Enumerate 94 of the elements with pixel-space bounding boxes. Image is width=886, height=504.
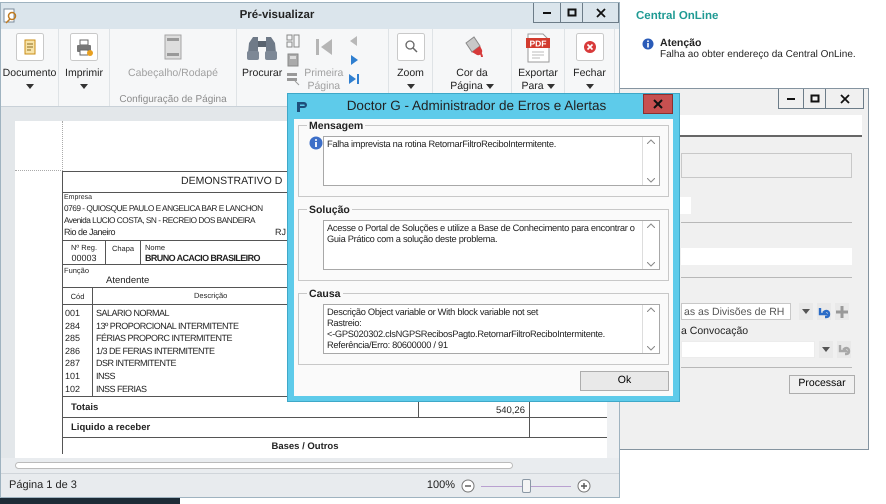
plus-icon xyxy=(835,304,849,318)
totals-label: Totais xyxy=(71,402,98,413)
process-button[interactable]: Processar xyxy=(789,374,855,394)
minimize-icon xyxy=(543,12,551,14)
table-cell-text: 284 xyxy=(65,320,82,332)
ribbon-button[interactable]: Procurar xyxy=(239,29,286,80)
zoom-in-button[interactable] xyxy=(577,478,591,492)
table-cell-text: 287 xyxy=(65,357,82,370)
slider-thumb[interactable] xyxy=(522,478,530,492)
message-text: Referência/Erro: 80600000 / 91 xyxy=(327,340,448,351)
close-icon xyxy=(653,99,663,109)
message-text: Falha imprevista na rotina RetornarFiltroReciboIntermitente. xyxy=(327,139,556,150)
group-caption: Configuração de Página xyxy=(118,93,228,106)
info-icon xyxy=(642,38,654,50)
message-box[interactable]: Descrição Object variable or With block variable not set Rastreio: <-GPS020302.clsNGPSRecibosPagto.RetornarFiltroReciboIntermitente. Referência/Erro: 80600000 / 91 xyxy=(323,304,660,354)
company-text: 0769 - QUIOSQUE PAULO E ANGELICA BAR E LANCHON xyxy=(64,202,263,214)
message-text: Rastreio: xyxy=(327,318,362,329)
employee-name: BRUNO ACACIO BRASILEIRO xyxy=(145,253,260,263)
alert-heading: Atenção xyxy=(660,37,702,50)
scroll-up-icon[interactable] xyxy=(647,307,655,312)
add-button[interactable] xyxy=(835,303,849,320)
ribbon-button[interactable]: Fechar xyxy=(570,29,609,89)
field-label: a Convocação xyxy=(681,325,748,337)
close-icon xyxy=(596,8,606,18)
undo-button[interactable] xyxy=(817,303,831,320)
ribbon-button[interactable]: PDF Exportar Para xyxy=(515,29,561,93)
message-text: Guia Prático com a solução deste problema. xyxy=(327,234,498,245)
zoom-percent: 100% xyxy=(426,478,455,494)
table-cell-text: 102 xyxy=(65,382,82,396)
scroll-down-icon[interactable] xyxy=(647,262,655,267)
dropdown-button[interactable] xyxy=(799,303,813,320)
message-box[interactable]: Acesse o Portal de Soluções e utilize a Base de Conhecimento para encontrar o Guia Prático com a solução deste problema. xyxy=(323,220,660,270)
total-value: 540,26 xyxy=(496,405,525,416)
scrollbar[interactable] xyxy=(1,458,619,473)
message-box[interactable]: Falha imprevista na rotina RetornarFiltroReciboIntermitente. xyxy=(323,136,660,186)
page-counter: Página 1 de 3 xyxy=(9,478,77,494)
table-cell: DSR INTERMITENTE xyxy=(96,357,176,370)
text-field[interactable] xyxy=(681,153,852,178)
zoom-out-button[interactable] xyxy=(461,478,475,492)
close-icon xyxy=(576,33,604,61)
message-text: Acesse o Portal de Soluções e utilize a Base de Conhecimento para encontrar o xyxy=(327,223,635,234)
ribbon-button[interactable]: Documento xyxy=(0,29,60,89)
caret-icon xyxy=(822,346,830,352)
maximize-icon xyxy=(810,94,820,104)
ok-button[interactable]: Ok xyxy=(580,371,669,391)
text-field[interactable] xyxy=(681,248,852,265)
close-icon xyxy=(840,94,850,104)
app-logo-icon xyxy=(294,100,310,114)
margin-guide xyxy=(15,121,63,171)
company-text: Rio de Janeiro xyxy=(64,226,116,238)
dropdown-button[interactable] xyxy=(819,340,833,358)
scroll-down-icon[interactable] xyxy=(647,346,655,351)
alert-message: Falha ao obter endereço da Central OnLine. xyxy=(660,49,856,60)
undo-icon xyxy=(837,342,851,356)
search-icon xyxy=(396,33,424,61)
section-title: Bases / Outros xyxy=(271,441,339,452)
table-cell: INSS FERIAS xyxy=(96,382,147,396)
table-cell-text: 101 xyxy=(65,370,82,383)
window-title: Pré-visualizar xyxy=(238,8,316,24)
message-text: <-GPS020302.clsNGPSRecibosPagto.RetornarFiltroReciboIntermitente. xyxy=(327,329,605,340)
net-label: Liquido a receber xyxy=(71,422,150,433)
company-text: Avenida LUCIO COSTA, SN - RECREIO DOS BANDEIRA xyxy=(64,214,256,226)
table-cell: FÉRIAS PROPORC INTERMITENTE xyxy=(96,332,232,345)
scroll-up-icon[interactable] xyxy=(647,139,655,144)
ribbon-button[interactable]: Zoom xyxy=(394,29,428,89)
message-text: Descrição Object variable or With block variable not set xyxy=(327,307,538,318)
ribbon-button[interactable]: Imprimir xyxy=(62,29,106,89)
table-cell: INSS xyxy=(96,370,116,383)
minus-icon xyxy=(461,478,475,492)
printer-icon xyxy=(70,33,98,61)
info-icon xyxy=(309,136,323,150)
scroll-up-icon[interactable] xyxy=(647,223,655,228)
ribbon-button[interactable]: Cor da Página xyxy=(447,29,497,93)
table-cell: 1/3 DE FERIAS INTERMITENTE xyxy=(96,344,215,358)
panel-title: Central OnLine xyxy=(636,9,720,24)
field-value: Atendente xyxy=(106,276,150,286)
caret-icon xyxy=(802,309,810,314)
dialog-title: Doctor G - Administrador de Erros e Alertas xyxy=(346,97,608,116)
state-text: RJ xyxy=(275,226,286,238)
table-cell-text: 001 xyxy=(65,307,82,320)
maximize-icon xyxy=(566,8,576,18)
table-cell: 13º PROPORCIONAL INTERMITENTE xyxy=(96,320,238,332)
report-title: DEMONSTRATIVO D xyxy=(181,174,282,190)
plus-icon xyxy=(577,478,591,492)
zoom-slider[interactable] xyxy=(481,478,571,492)
table-cell-text: 285 xyxy=(65,332,82,345)
division-combo[interactable]: as as Divisões de RH xyxy=(681,303,791,320)
clipboard-icon xyxy=(16,33,44,61)
table-cell: SALARIO NORMAL xyxy=(96,307,170,320)
table-cell-text: 286 xyxy=(65,344,82,358)
field-value: 00003 xyxy=(71,253,97,263)
pdf-icon: PDF xyxy=(525,33,551,63)
minimize-icon xyxy=(787,98,795,100)
scroll-down-icon[interactable] xyxy=(647,178,655,183)
